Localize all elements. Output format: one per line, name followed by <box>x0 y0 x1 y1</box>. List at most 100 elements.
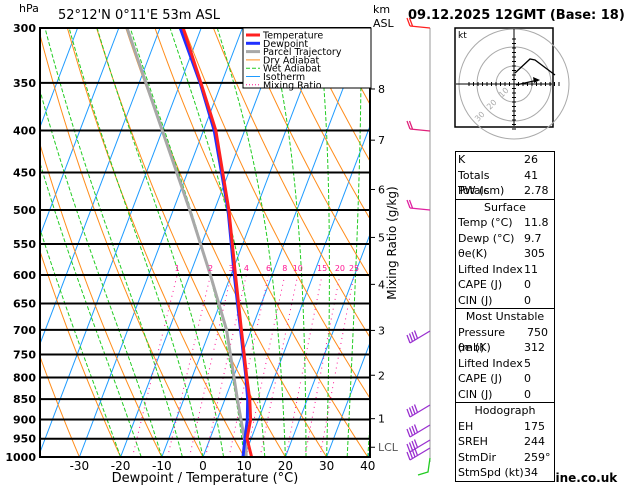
wind-barb <box>406 424 431 438</box>
mixing-ratio-label: 10 <box>293 264 303 273</box>
pressure-tick-label: 750 <box>13 348 36 361</box>
isotherm-line <box>202 28 367 457</box>
index-row: Totals Totals 41 <box>456 168 554 198</box>
km-tick-label: LCL <box>378 441 399 454</box>
row-label: StmSpd (kt) <box>458 466 524 479</box>
wind-barb <box>406 330 431 344</box>
pressure-tick-label: 850 <box>13 393 36 406</box>
left-unit-label: hPa <box>19 2 39 15</box>
most-unstable-section: Most Unstable Pressure (mb) 750 θe (K) 312 Li… <box>456 308 554 402</box>
row-label: CIN (J) <box>458 387 493 401</box>
mixing-ratio-label: 20 <box>335 264 345 273</box>
row-value: 26 <box>524 153 538 166</box>
pressure-tick-label: 900 <box>13 413 36 426</box>
wind-barb <box>406 404 431 418</box>
row-value: 750 <box>527 325 549 339</box>
mixing-ratio-axis-label: Mixing Ratio (g/kg) <box>385 186 399 299</box>
row-value: 2.78 <box>524 184 549 197</box>
table-row: CIN (J) 0 <box>456 387 554 403</box>
table-row: EH 175 <box>456 419 554 435</box>
hodograph-unit: kt <box>458 31 467 41</box>
row-label: SREH <box>458 435 488 448</box>
row-value: 259° <box>524 450 551 464</box>
table-row: SREH 244 <box>456 434 554 450</box>
indices-section: K 26 Totals Totals 41 PW (cm) 2.78 <box>456 152 554 199</box>
row-label: θe(K) <box>458 247 488 260</box>
row-label: θe (K) <box>458 341 491 354</box>
km-tick-label: 5 <box>378 231 385 244</box>
row-label: StmDir <box>458 450 497 464</box>
row-value: 9.7 <box>524 231 542 245</box>
x-axis-label: Dewpoint / Temperature (°C) <box>112 471 299 486</box>
skewt-page: 1 2 3 4 6 8 10 15 20 25 300 350 400 450 500 550 600 650 70… <box>0 0 629 486</box>
table-row: Temp (°C) 11.8 <box>456 215 554 231</box>
surface-section: Surface Temp (°C) 11.8 Dewp (°C) 9.7 θe(K) 305… <box>456 198 554 309</box>
km-tick-label: 6 <box>378 183 385 196</box>
wind-barb <box>406 120 431 132</box>
dry-adiabat-line <box>125 28 328 457</box>
temperature-line <box>181 28 254 457</box>
table-row: CAPE (J) 0 <box>456 371 554 387</box>
row-value: 11.8 <box>524 216 549 229</box>
pressure-tick-label: 700 <box>13 324 36 337</box>
pressure-tick-label: 450 <box>13 166 36 179</box>
row-value: 175 <box>524 419 545 433</box>
table-row: StmDir 259° <box>456 450 554 466</box>
pressure-tick-label: 600 <box>13 269 36 282</box>
table-row: Pressure (mb) 750 <box>456 325 554 355</box>
pressure-tick-label: 950 <box>13 433 36 446</box>
pressure-tick-label: 550 <box>13 238 36 251</box>
mixing-ratio-label: 15 <box>317 264 327 273</box>
mixing-ratio-line <box>188 274 232 457</box>
km-tick-label: 3 <box>378 324 385 337</box>
pressure-tick-label: 500 <box>13 204 36 217</box>
indices-table: K 26 Totals Totals 41 PW (cm) 2.78 Surface T… <box>455 151 555 482</box>
mixing-ratio-label: 8 <box>282 264 287 273</box>
km-tick-label: 4 <box>378 278 385 291</box>
wind-barb <box>406 447 431 461</box>
row-label: Pressure (mb) <box>458 325 505 355</box>
row-value: 0 <box>524 387 531 401</box>
hodograph: kt102030 <box>454 27 570 140</box>
isotherm-line <box>161 28 326 457</box>
mixing-ratio-label: 25 <box>349 264 359 273</box>
table-row: θe(K) 305 <box>456 246 554 262</box>
row-label: Totals Totals <box>458 168 490 198</box>
legend-entry: Mixing Ratio <box>263 80 322 91</box>
row-label: K <box>458 153 466 166</box>
asl-unit-label: ASL <box>373 17 395 30</box>
legend: TemperatureDewpointParcel TrajectoryDry … <box>242 27 372 91</box>
mixing-ratio-label: 6 <box>266 264 271 273</box>
isotherm-line <box>40 28 79 129</box>
mixing-ratio-label: 1 <box>175 264 180 273</box>
row-value: 0 <box>524 293 531 307</box>
section-title: Most Unstable <box>465 310 545 323</box>
row-value: 5 <box>524 356 531 370</box>
km-tick-label: 2 <box>378 369 385 382</box>
km-unit-label: km <box>373 3 390 16</box>
mixing-ratio-label: 3 <box>229 264 234 273</box>
table-row: θe (K) 312 <box>456 340 554 356</box>
row-label: CAPE (J) <box>458 278 503 291</box>
km-tick-label: 7 <box>378 134 385 147</box>
section-title: Hodograph <box>474 404 536 417</box>
index-row: K 26 <box>456 152 554 168</box>
mixing-ratio-label: 2 <box>208 264 213 273</box>
row-label: Dewp (°C) <box>458 231 515 245</box>
isotherm-line <box>40 28 202 454</box>
x-tick-label: -30 <box>70 459 90 473</box>
table-row: CIN (J) 0 <box>456 293 554 309</box>
table-row: Dewp (°C) 9.7 <box>456 231 554 247</box>
row-label: Lifted Index <box>458 262 523 276</box>
pressure-tick-label: 350 <box>13 77 36 90</box>
wind-barb <box>417 457 431 476</box>
x-tick-label: 40 <box>360 459 375 473</box>
row-value: 11 <box>524 262 538 276</box>
pressure-tick-label: 300 <box>13 22 36 35</box>
row-label: CAPE (J) <box>458 372 503 385</box>
table-row: Lifted Index 5 <box>456 356 554 372</box>
wet-adiabat-line <box>169 28 266 457</box>
row-label: PW (cm) <box>458 184 505 197</box>
pressure-tick-label: 650 <box>13 298 36 311</box>
row-label: Lifted Index <box>458 356 523 370</box>
